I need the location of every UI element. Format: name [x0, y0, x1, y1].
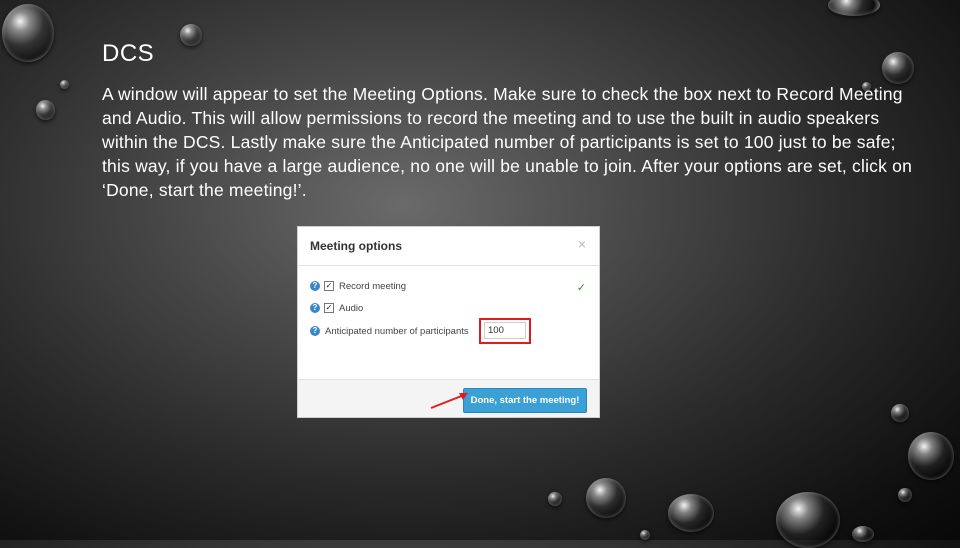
- water-drop: [828, 0, 880, 16]
- water-drop: [908, 432, 954, 480]
- participants-input[interactable]: [484, 322, 526, 339]
- close-icon[interactable]: ×: [578, 236, 586, 252]
- slide-body-text: A window will appear to set the Meeting …: [102, 84, 913, 200]
- done-start-meeting-button[interactable]: Done, start the meeting!: [463, 388, 587, 413]
- participants-label: Anticipated number of participants: [325, 325, 469, 337]
- water-drop: [882, 52, 914, 84]
- red-arrow-icon: [430, 393, 468, 409]
- dialog-title: Meeting options: [310, 239, 402, 253]
- option-row-record-meeting: ? ✓ Record meeting: [310, 278, 406, 294]
- water-drop: [36, 100, 55, 120]
- record-meeting-label: Record meeting: [339, 280, 407, 292]
- water-drop: [898, 488, 912, 502]
- help-icon[interactable]: ?: [310, 281, 320, 291]
- water-drop: [640, 530, 650, 540]
- water-drop: [60, 80, 69, 89]
- audio-label: Audio: [339, 302, 364, 314]
- audio-checkbox[interactable]: ✓: [324, 303, 334, 313]
- water-drop: [586, 478, 626, 518]
- option-row-participants: ? Anticipated number of participants: [310, 323, 469, 339]
- slide-title: DCS: [102, 40, 155, 67]
- check-icon: ✓: [576, 282, 586, 294]
- help-icon[interactable]: ?: [310, 303, 320, 313]
- water-drop: [548, 492, 562, 506]
- water-drop: [891, 404, 909, 422]
- water-drop: [668, 494, 714, 532]
- water-drop: [2, 4, 54, 62]
- help-icon[interactable]: ?: [310, 326, 320, 336]
- record-meeting-checkbox[interactable]: ✓: [324, 281, 334, 291]
- option-row-audio: ? ✓ Audio: [310, 300, 363, 316]
- water-drop: [180, 24, 202, 46]
- dialog-header: Meeting options ×: [298, 227, 599, 266]
